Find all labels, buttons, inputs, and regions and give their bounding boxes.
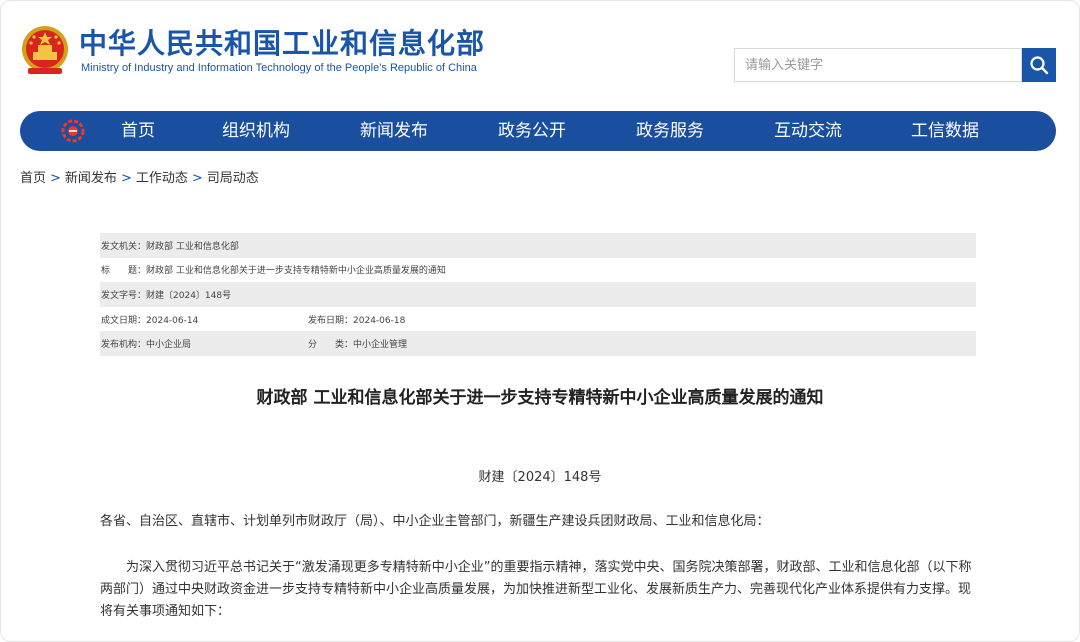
meta-row-title: 标 题：财政部 工业和信息化部关于进一步支持专精特新中小企业高质量发展的通知	[100, 258, 976, 283]
document-addressee: 各省、自治区、直辖市、计划单列市财政厅（局）、中小企业主管部门，新疆生产建设兵团…	[100, 514, 770, 529]
nav-item-organization[interactable]: 组织机构	[222, 111, 290, 151]
breadcrumb-separator: >	[191, 171, 203, 186]
breadcrumb-bureau-updates[interactable]: 司局动态	[207, 171, 259, 186]
breadcrumb-home[interactable]: 首页	[20, 171, 46, 186]
meta-value-category: 中小企业管理	[353, 340, 408, 351]
nav-item-gov-affairs[interactable]: 政务公开	[498, 111, 566, 151]
breadcrumb-separator: >	[120, 171, 132, 186]
meta-row-publisher: 发布机构：中小企业局 分 类：中小企业管理	[100, 331, 976, 356]
document-title: 财政部 工业和信息化部关于进一步支持专精特新中小企业高质量发展的通知	[256, 388, 824, 408]
miit-logo-icon	[61, 119, 85, 143]
search-button[interactable]	[1022, 48, 1056, 82]
nav-item-interaction[interactable]: 互动交流	[774, 111, 842, 151]
site-title: 中华人民共和国工业和信息化部	[79, 27, 486, 60]
breadcrumb: 首页 > 新闻发布 > 工作动态 > 司局动态	[20, 167, 259, 186]
meta-row-dates: 成文日期：2024-06-14 发布日期：2024-06-18	[100, 307, 976, 332]
breadcrumb-news[interactable]: 新闻发布	[65, 171, 117, 186]
meta-value-doc-number: 财建〔2024〕148号	[146, 290, 232, 301]
meta-label: 发布机构：	[101, 340, 147, 351]
nav-item-news[interactable]: 新闻发布	[360, 111, 428, 151]
national-emblem-icon	[22, 26, 68, 74]
document-meta-table: 发文机关：财政部 工业和信息化部 标 题：财政部 工业和信息化部关于进一步支持专…	[100, 233, 976, 356]
meta-value-publisher: 中小企业局	[146, 340, 192, 351]
meta-label: 发文字号：	[101, 290, 147, 301]
meta-label: 发布日期：	[308, 315, 354, 326]
meta-value-issuer: 财政部 工业和信息化部	[146, 241, 239, 252]
breadcrumb-separator: >	[50, 171, 61, 186]
search-input[interactable]	[734, 48, 1022, 82]
meta-row-doc-number: 发文字号：财建〔2024〕148号	[100, 282, 976, 307]
meta-value-published-date: 2024-06-18	[353, 315, 406, 326]
search-icon	[1030, 56, 1049, 75]
main-nav: 首页 组织机构 新闻发布 政务公开 政务服务 互动交流 工信数据	[20, 111, 1056, 151]
meta-label: 成文日期：	[101, 315, 147, 326]
meta-value-title: 财政部 工业和信息化部关于进一步支持专精特新中小企业高质量发展的通知	[146, 266, 446, 277]
document-number: 财建〔2024〕148号	[478, 470, 602, 485]
meta-row-issuer: 发文机关：财政部 工业和信息化部	[100, 233, 976, 258]
meta-label: 分 类：	[308, 340, 354, 351]
breadcrumb-work-updates[interactable]: 工作动态	[136, 171, 188, 186]
nav-item-data[interactable]: 工信数据	[911, 111, 979, 151]
meta-label: 发文机关：	[101, 241, 147, 252]
nav-item-home[interactable]: 首页	[121, 111, 155, 151]
meta-label: 标 题：	[101, 266, 147, 277]
site-subtitle: Ministry of Industry and Information Tec…	[81, 62, 477, 74]
document-paragraph: 为深入贯彻习近平总书记关于“激发涌现更多专精特新中小企业”的重要指示精神，落实党…	[100, 560, 972, 619]
nav-item-gov-services[interactable]: 政务服务	[636, 111, 704, 151]
meta-value-created-date: 2024-06-14	[146, 315, 199, 326]
